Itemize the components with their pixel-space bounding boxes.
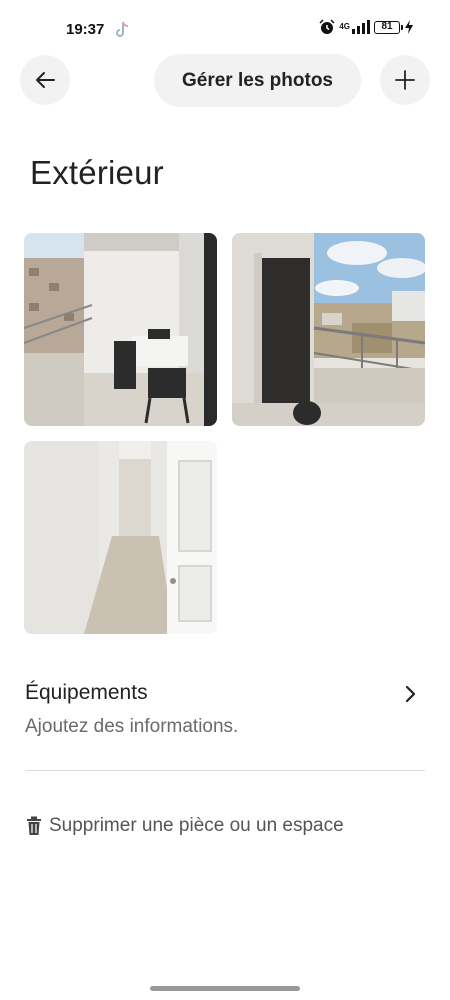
status-bar: 19:37 4G 81 xyxy=(0,0,450,56)
plus-icon xyxy=(395,70,415,90)
signal-icon xyxy=(352,20,370,34)
network-type: 4G xyxy=(339,22,350,31)
page-title: Extérieur xyxy=(30,154,164,192)
delete-space-label: Supprimer une pièce ou un espace xyxy=(49,815,344,836)
photo-balcony-table[interactable] xyxy=(24,233,217,426)
charging-icon xyxy=(405,20,413,34)
status-time: 19:37 xyxy=(66,21,105,38)
tiktok-icon xyxy=(116,21,129,37)
chevron-right-icon xyxy=(405,685,416,703)
add-photo-button[interactable] xyxy=(380,55,430,105)
battery-icon: 81 xyxy=(374,20,403,34)
trash-icon xyxy=(27,816,41,835)
home-indicator[interactable] xyxy=(150,986,300,991)
manage-photos-button[interactable]: Gérer les photos xyxy=(154,54,361,107)
photo-hallway[interactable] xyxy=(24,441,217,634)
amenities-title: Équipements xyxy=(25,681,148,704)
amenities-subtitle: Ajoutez des informations. xyxy=(25,716,239,737)
divider xyxy=(25,770,425,771)
photo-balcony-view[interactable] xyxy=(232,233,425,426)
amenities-row[interactable]: Équipements Ajoutez des informations. xyxy=(25,677,425,747)
alarm-icon xyxy=(319,19,335,34)
manage-photos-label: Gérer les photos xyxy=(182,69,333,91)
back-button[interactable] xyxy=(20,55,70,105)
arrow-left-icon xyxy=(36,72,55,88)
delete-space-button[interactable]: Supprimer une pièce ou un espace xyxy=(25,812,344,840)
status-icons: 4G 81 xyxy=(319,19,414,35)
